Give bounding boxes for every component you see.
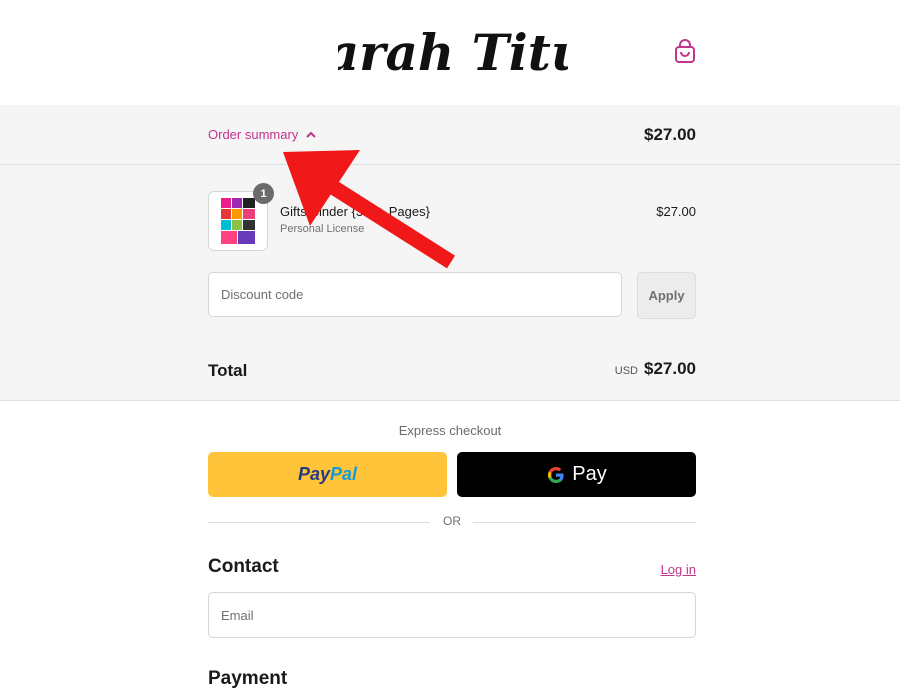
or-text: OR (443, 514, 461, 528)
total-amount: USD $27.00 (615, 359, 696, 379)
discount-code-input[interactable] (208, 272, 622, 317)
product-name: Gifts Binder {300+ Pages} (280, 204, 430, 219)
email-field[interactable] (208, 592, 696, 638)
product-price: $27.00 (656, 204, 696, 219)
express-checkout-label: Express checkout (398, 423, 502, 438)
paypal-button[interactable]: Pay Pal (208, 452, 447, 497)
order-summary-panel: 1 Gifts Binder {300+ Pages} Personal Lic… (0, 165, 900, 401)
paypal-logo-part1: Pay (297, 464, 330, 484)
payment-heading: Payment (208, 668, 288, 689)
log-in-link[interactable]: Log in (661, 562, 696, 577)
total-label: Total (208, 361, 248, 380)
header: Sarah Titus (0, 0, 900, 106)
order-summary-bar: Order summary $27.00 (0, 105, 900, 165)
paypal-logo-part2: Pal (330, 464, 358, 484)
google-g-icon (548, 466, 564, 483)
svg-text:Sarah Titus: Sarah Titus (338, 23, 568, 82)
product-variant: Personal License (280, 223, 365, 235)
contact-heading: Contact (208, 556, 279, 577)
google-pay-button[interactable]: Pay (457, 452, 696, 497)
google-pay-label: Pay (572, 463, 607, 485)
apply-discount-button[interactable]: Apply (637, 272, 696, 319)
total-value: $27.00 (644, 359, 696, 378)
currency-code: USD (614, 365, 638, 377)
or-separator: OR (208, 514, 696, 530)
shopping-bag-icon[interactable] (673, 38, 697, 64)
summary-total: $27.00 (644, 125, 696, 144)
separator-line-right (473, 522, 696, 523)
quantity-badge: 1 (253, 183, 274, 204)
order-summary-toggle[interactable]: Order summary (208, 127, 317, 142)
order-summary-label: Order summary (208, 127, 299, 142)
chevron-up-icon (306, 131, 317, 138)
store-logo[interactable]: Sarah Titus (338, 10, 568, 90)
